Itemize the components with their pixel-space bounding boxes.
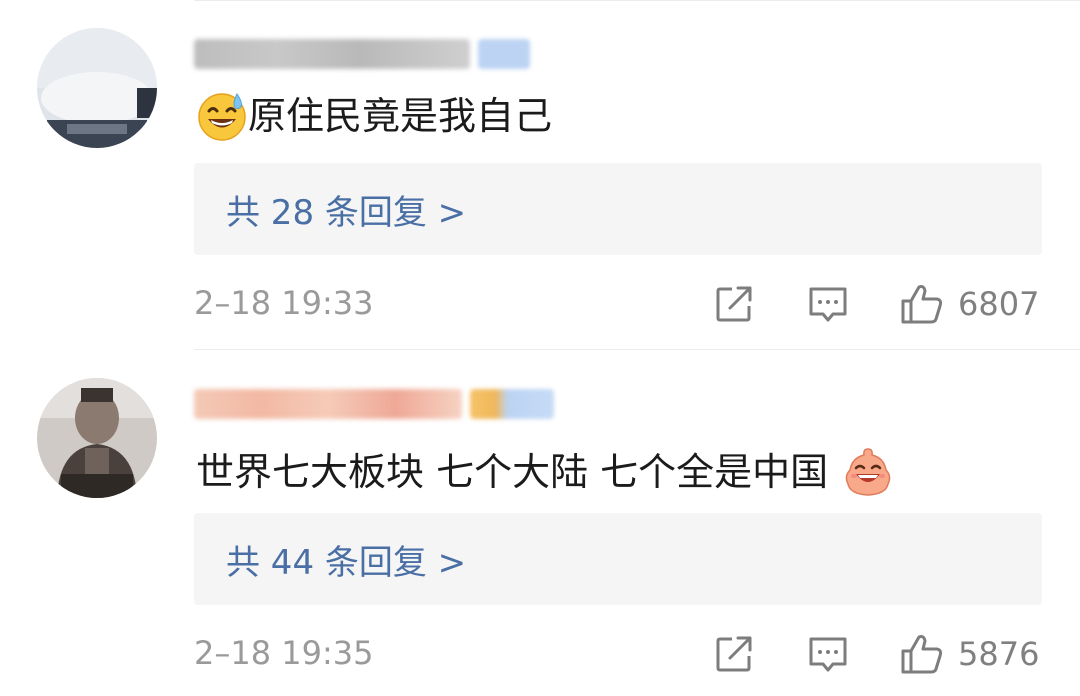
username-blurred [194, 389, 462, 419]
comment-icon [809, 287, 847, 322]
user-badge [470, 389, 554, 419]
username[interactable] [194, 36, 530, 72]
comment-text: 世界七大板块 七个大陆 七个全是中国 [196, 450, 829, 494]
laughing-blob-emoji-icon [842, 446, 894, 498]
reply-count-label: 共 44 条回复 > [226, 542, 467, 583]
thumbs-up-icon [901, 635, 943, 674]
reply-count-label: 共 28 条回复 > [226, 192, 467, 233]
divider [194, 349, 1080, 350]
like-button[interactable]: 5876 [900, 632, 1039, 676]
reply-button[interactable] [808, 632, 848, 676]
share-button[interactable] [714, 632, 754, 676]
avatar[interactable] [37, 378, 157, 498]
comment-body: 世界七大板块 七个大陆 七个全是中国 [196, 446, 894, 498]
comment-meta: 2–18 19:35 5876 [194, 628, 1042, 678]
like-count: 5876 [958, 635, 1040, 673]
comment-meta: 2–18 19:33 6807 [194, 278, 1042, 328]
share-button[interactable] [714, 282, 754, 326]
username-blurred [194, 39, 470, 69]
grinning-sweat-emoji-icon [196, 90, 248, 142]
view-replies-button[interactable]: 共 44 条回复 > [194, 513, 1042, 605]
username[interactable] [194, 386, 554, 422]
comment-body: 原住民竟是我自己 [196, 90, 552, 142]
reply-button[interactable] [808, 282, 848, 326]
comment-text: 原住民竟是我自己 [248, 94, 553, 138]
timestamp: 2–18 19:33 [194, 284, 374, 322]
share-icon [716, 636, 752, 672]
avatar-image [37, 378, 157, 498]
view-replies-button[interactable]: 共 28 条回复 > [194, 163, 1042, 255]
avatar-image [37, 28, 157, 148]
like-button[interactable]: 6807 [900, 282, 1039, 326]
like-count: 6807 [958, 285, 1040, 323]
timestamp: 2–18 19:35 [194, 634, 374, 672]
user-badge [478, 39, 530, 69]
comment-icon [809, 637, 847, 672]
avatar[interactable] [37, 28, 157, 148]
comment-list: 原住民竟是我自己 共 28 条回复 > 2–18 19:33 6807 世界七大… [0, 0, 1080, 696]
divider [194, 0, 1080, 1]
share-icon [716, 286, 752, 322]
thumbs-up-icon [901, 285, 943, 324]
